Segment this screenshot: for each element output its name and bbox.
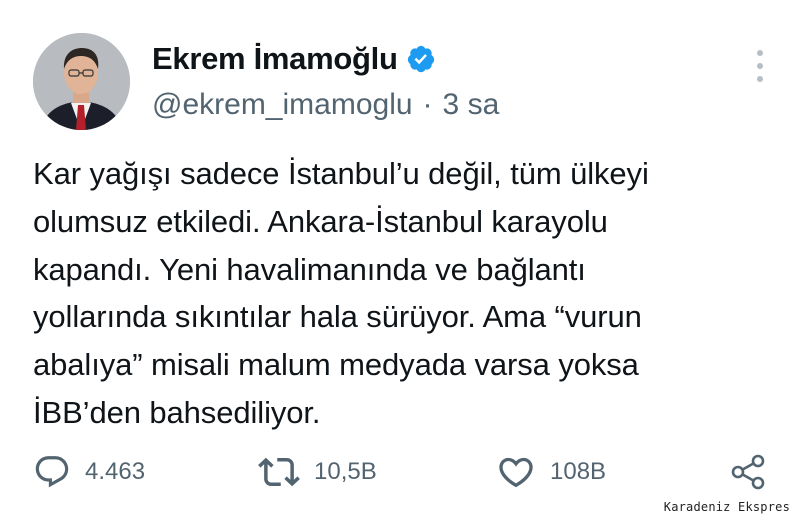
tweet-text-line: İBB’den bahsediliyor. — [33, 394, 321, 430]
verified-badge-icon — [406, 44, 436, 74]
reply-count: 4.463 — [85, 458, 146, 485]
like-icon — [499, 457, 533, 488]
author-name-row: Ekrem İmamoğlu — [152, 40, 436, 78]
meta-separator: · — [422, 88, 433, 121]
like-button[interactable]: 108B — [496, 452, 606, 492]
watermark: Karadeniz Ekspres — [663, 500, 790, 514]
tweet-text-line: olumsuz etkiledi. Ankara-İstanbul karayo… — [33, 203, 608, 239]
reply-button[interactable]: 4.463 — [33, 452, 145, 492]
avatar[interactable] — [33, 33, 130, 130]
retweet-button[interactable]: 10,5B — [258, 452, 377, 492]
tweet-timestamp[interactable]: 3 sa — [443, 85, 500, 125]
tweet-text-line: abalıya” misali malum medyada varsa yoks… — [33, 347, 639, 383]
tweet-actions: 4.463 10,5B 108B — [33, 452, 773, 492]
reply-icon — [35, 456, 69, 488]
tweet-text: Kar yağışı sadece İstanbul’u değil, tüm … — [33, 150, 773, 437]
author-handle[interactable]: @ekrem_imamoglu — [152, 85, 413, 125]
retweet-icon — [258, 457, 300, 487]
tweet-text-line: kapandı. Yeni havalimanında ve bağlantı — [33, 251, 586, 287]
author-meta: @ekrem_imamoglu · 3 sa — [152, 85, 499, 125]
tweet-card: Ekrem İmamoğlu @ekrem_imamoglu · 3 sa Ka… — [0, 0, 800, 524]
more-options-icon[interactable] — [752, 50, 768, 82]
share-icon — [731, 454, 765, 490]
retweet-count: 10,5B — [314, 458, 377, 485]
share-button[interactable] — [728, 452, 768, 492]
tweet-text-line: Kar yağışı sadece İstanbul’u değil, tüm … — [33, 156, 649, 191]
author-display-name[interactable]: Ekrem İmamoğlu — [152, 40, 398, 78]
like-count: 108B — [550, 458, 607, 485]
tweet-text-line: yollarında sıkıntılar hala sürüyor. Ama … — [33, 299, 642, 335]
